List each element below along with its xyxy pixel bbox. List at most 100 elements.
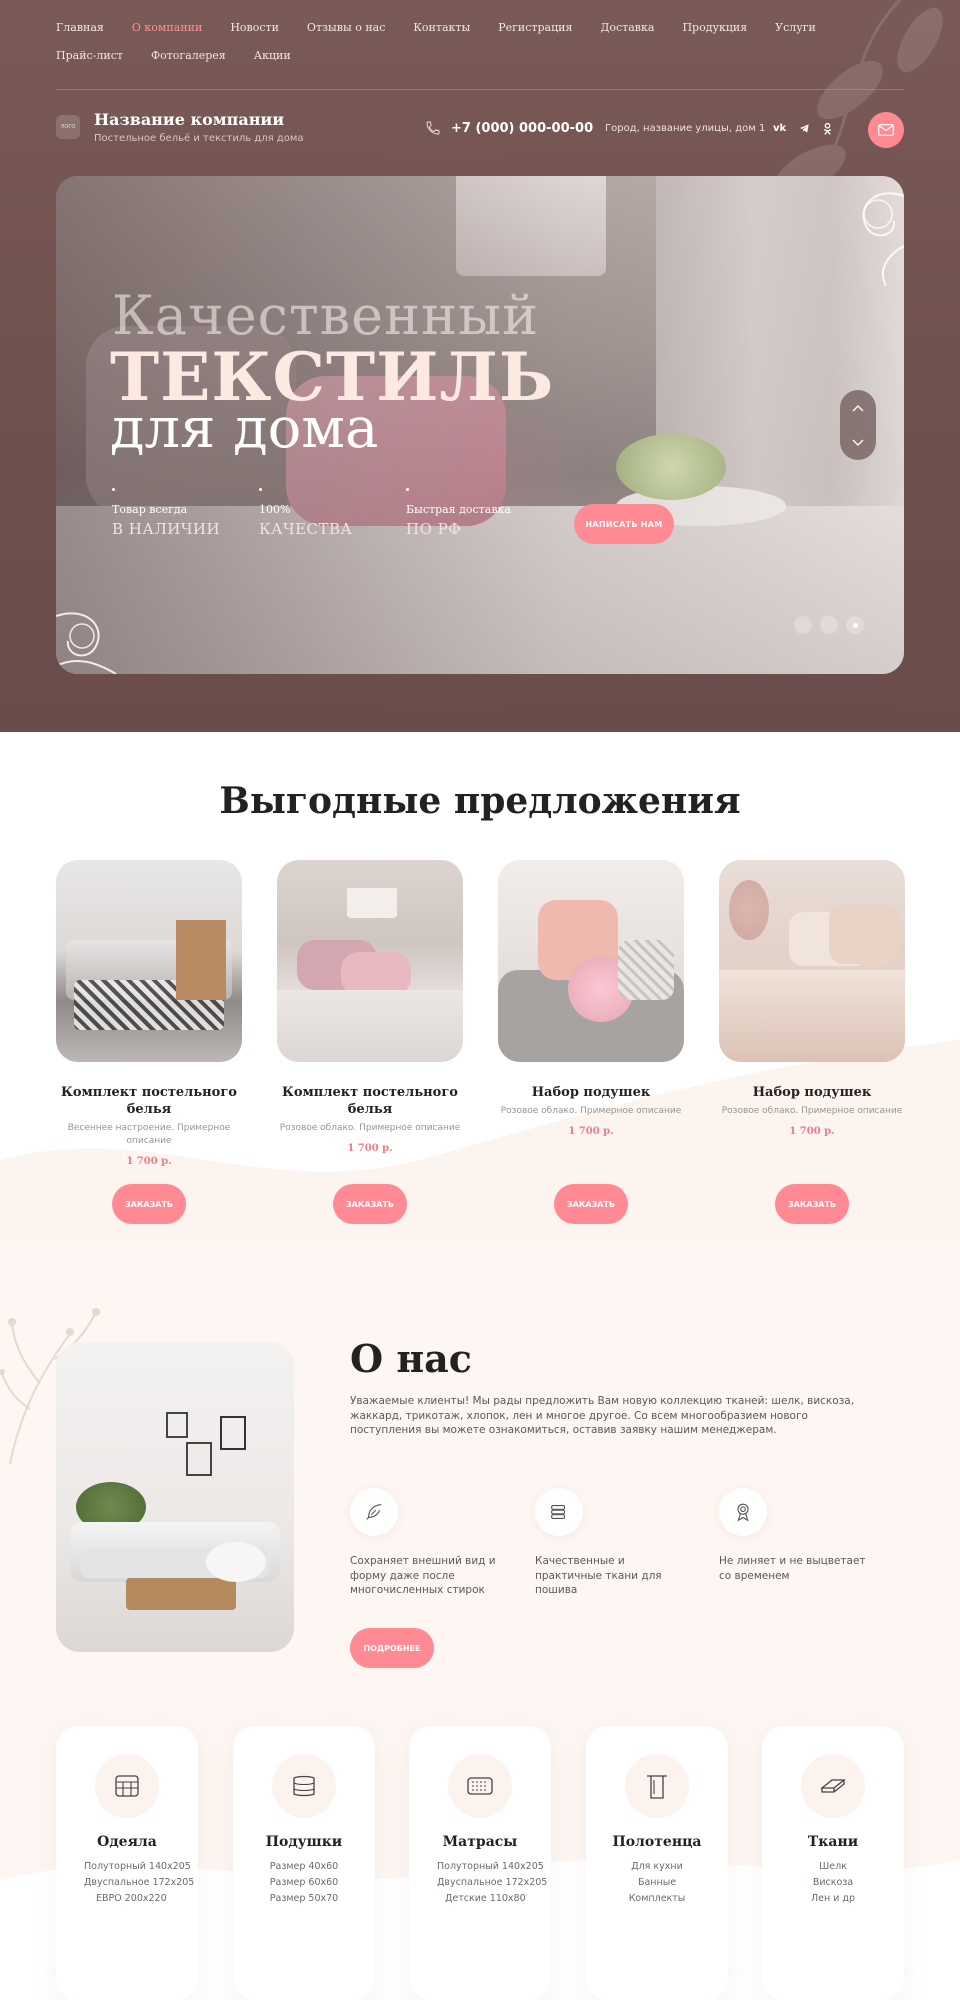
hero-slider: Качественный ТЕКСТИЛЬ для дома Товар все… [56, 176, 904, 674]
nav-item-home[interactable]: Главная [56, 22, 104, 34]
category-item[interactable]: Комплекты [586, 1892, 728, 1906]
category-item[interactable]: Детские 110х80 [437, 1892, 551, 1906]
category-item[interactable]: Полуторный 140х205 [84, 1860, 198, 1874]
offer-card: Комплект постельного белья Весеннее наст… [56, 860, 242, 1167]
offer-image-bedroom[interactable] [56, 860, 242, 1062]
about-feature-text: Не линяет и не выцветает со временем [719, 1555, 866, 1582]
category-item[interactable]: Размер 60х60 [233, 1876, 375, 1890]
vk-icon[interactable]: vk [773, 123, 786, 138]
category-item[interactable]: Банные [586, 1876, 728, 1890]
nav-item-registration[interactable]: Регистрация [498, 22, 572, 34]
hero-feature-bottom: ПО РФ [406, 520, 462, 538]
mattress-icon [448, 1754, 512, 1818]
nav-item-about[interactable]: О компании [132, 22, 202, 34]
hero-feature-bottom: В НАЛИЧИИ [112, 520, 221, 538]
category-name: Одеяла [97, 1834, 157, 1850]
telegram-icon[interactable] [799, 123, 810, 138]
order-button[interactable]: ЗАКАЗАТЬ [554, 1184, 628, 1224]
about-feature: Сохраняет внешний вид и форму даже после… [350, 1488, 500, 1598]
order-button[interactable]: ЗАКАЗАТЬ [775, 1184, 849, 1224]
nav-item-contacts[interactable]: Контакты [413, 22, 470, 34]
logo: ЛОГО [56, 115, 80, 139]
offer-image-pink-bed[interactable] [277, 860, 463, 1062]
nav-item-price-list[interactable]: Прайс-лист [56, 50, 123, 62]
phone-link[interactable]: +7 (000) 000-00-00 [425, 120, 593, 136]
hero-features: Товар всегда В НАЛИЧИИ 100% КАЧЕСТВА Быс… [112, 488, 553, 538]
category-item[interactable]: Двуспальное 172х205 [437, 1876, 551, 1890]
slider-dot[interactable] [820, 616, 838, 634]
category-name: Полотенца [612, 1834, 702, 1850]
category-card-mattresses[interactable]: Матрасы Полуторный 140х205 Двуспальное 1… [409, 1726, 551, 2000]
main-nav: Главная О компании Новости Отзывы о нас … [56, 22, 906, 62]
chevron-down-icon[interactable] [851, 438, 865, 448]
about-feature-text: Сохраняет внешний вид и форму даже после… [350, 1555, 496, 1596]
feather-icon [350, 1488, 398, 1536]
towel-icon [625, 1754, 689, 1818]
offer-image-pillows[interactable] [498, 860, 684, 1062]
offer-name[interactable]: Набор подушек [498, 1084, 684, 1101]
category-card-towels[interactable]: Полотенца Для кухни Банные Комплекты [586, 1726, 728, 2000]
fabric-stack-icon [535, 1488, 583, 1536]
offer-image-beige-bed[interactable] [719, 860, 905, 1062]
nav-item-delivery[interactable]: Доставка [600, 22, 654, 34]
category-item[interactable]: Вискоза [762, 1876, 904, 1890]
category-item[interactable]: Размер 50х70 [233, 1892, 375, 1906]
category-item[interactable]: Шелк [762, 1860, 904, 1874]
category-card-blankets[interactable]: Одеяла Полуторный 140х205 Двуспальное 17… [56, 1726, 198, 2000]
offer-card: Комплект постельного белья Розовое облак… [277, 860, 463, 1154]
blanket-icon [95, 1754, 159, 1818]
order-button[interactable]: ЗАКАЗАТЬ [112, 1184, 186, 1224]
hero-title-line-3: для дома [110, 396, 379, 461]
offer-name[interactable]: Комплект постельного белья [277, 1084, 463, 1118]
category-items: Полуторный 140х205 Двуспальное 172х205 Д… [409, 1860, 551, 1906]
nav-item-products[interactable]: Продукция [682, 22, 747, 34]
more-button[interactable]: ПОДРОБНЕЕ [350, 1628, 434, 1668]
category-item[interactable]: ЕВРО 200х220 [84, 1892, 198, 1906]
hero-feature-bottom: КАЧЕСТВА [259, 520, 353, 538]
category-item[interactable]: Полуторный 140х205 [437, 1860, 551, 1874]
social-links: vk [773, 122, 832, 138]
phone-icon [426, 121, 440, 135]
slider-dot[interactable] [794, 616, 812, 634]
category-item[interactable]: Лен и др [762, 1892, 904, 1906]
offer-card: Набор подушек Розовое облако. Примерное … [719, 860, 905, 1137]
about-feature-text: Качественные и практичные ткани для поши… [535, 1555, 662, 1596]
offer-price: 1 700 р. [347, 1143, 393, 1154]
chevron-up-icon[interactable] [851, 403, 865, 413]
write-us-button[interactable]: НАПИСАТЬ НАМ [574, 504, 674, 544]
hero-feature: Товар всегда В НАЛИЧИИ [112, 488, 259, 538]
bullet-dot [259, 488, 262, 491]
order-button[interactable]: ЗАКАЗАТЬ [333, 1184, 407, 1224]
category-card-pillows[interactable]: Подушки Размер 40х60 Размер 60х60 Размер… [233, 1726, 375, 2000]
category-card-fabrics[interactable]: Ткани Шелк Вискоза Лен и др [762, 1726, 904, 2000]
category-item[interactable]: Для кухни [586, 1860, 728, 1874]
offer-price: 1 700 р. [568, 1126, 614, 1137]
category-items: Шелк Вискоза Лен и др [762, 1860, 904, 1906]
offer-description: Розовое облако. Примерное описание [721, 1106, 903, 1116]
nav-item-services[interactable]: Услуги [775, 22, 816, 34]
floral-corner-icon [56, 612, 117, 674]
hero-feature: Быстрая доставка ПО РФ [406, 488, 553, 538]
nav-item-gallery[interactable]: Фотогалерея [151, 50, 226, 62]
offer-card: Набор подушек Розовое облако. Примерное … [498, 860, 684, 1137]
nav-item-reviews[interactable]: Отзывы о нас [307, 22, 385, 34]
slider-dot-active[interactable] [846, 616, 864, 634]
fabric-icon [801, 1754, 865, 1818]
offer-description: Весеннее настроение. Примерное описание [67, 1123, 231, 1146]
hero-feature-top: Товар всегда [112, 503, 188, 516]
category-item[interactable]: Двуспальное 172х205 [84, 1876, 198, 1890]
offer-name[interactable]: Набор подушек [719, 1084, 905, 1101]
hero-feature-top: 100% [259, 503, 291, 516]
offer-price: 1 700 р. [789, 1126, 835, 1137]
brand[interactable]: ЛОГО Название компании Постельное бельё … [56, 110, 304, 144]
mail-button[interactable] [868, 112, 904, 148]
slider-arrows [840, 390, 876, 460]
offer-description: Розовое облако. Примерное описание [500, 1106, 682, 1116]
offer-name[interactable]: Комплект постельного белья [56, 1084, 242, 1118]
about-title: О нас [350, 1336, 472, 1381]
category-item[interactable]: Размер 40х60 [233, 1860, 375, 1874]
odnoklassniki-icon[interactable] [823, 122, 832, 138]
nav-item-promotions[interactable]: Акции [254, 50, 291, 62]
nav-item-news[interactable]: Новости [230, 22, 279, 34]
offer-price: 1 700 р. [126, 1156, 172, 1167]
